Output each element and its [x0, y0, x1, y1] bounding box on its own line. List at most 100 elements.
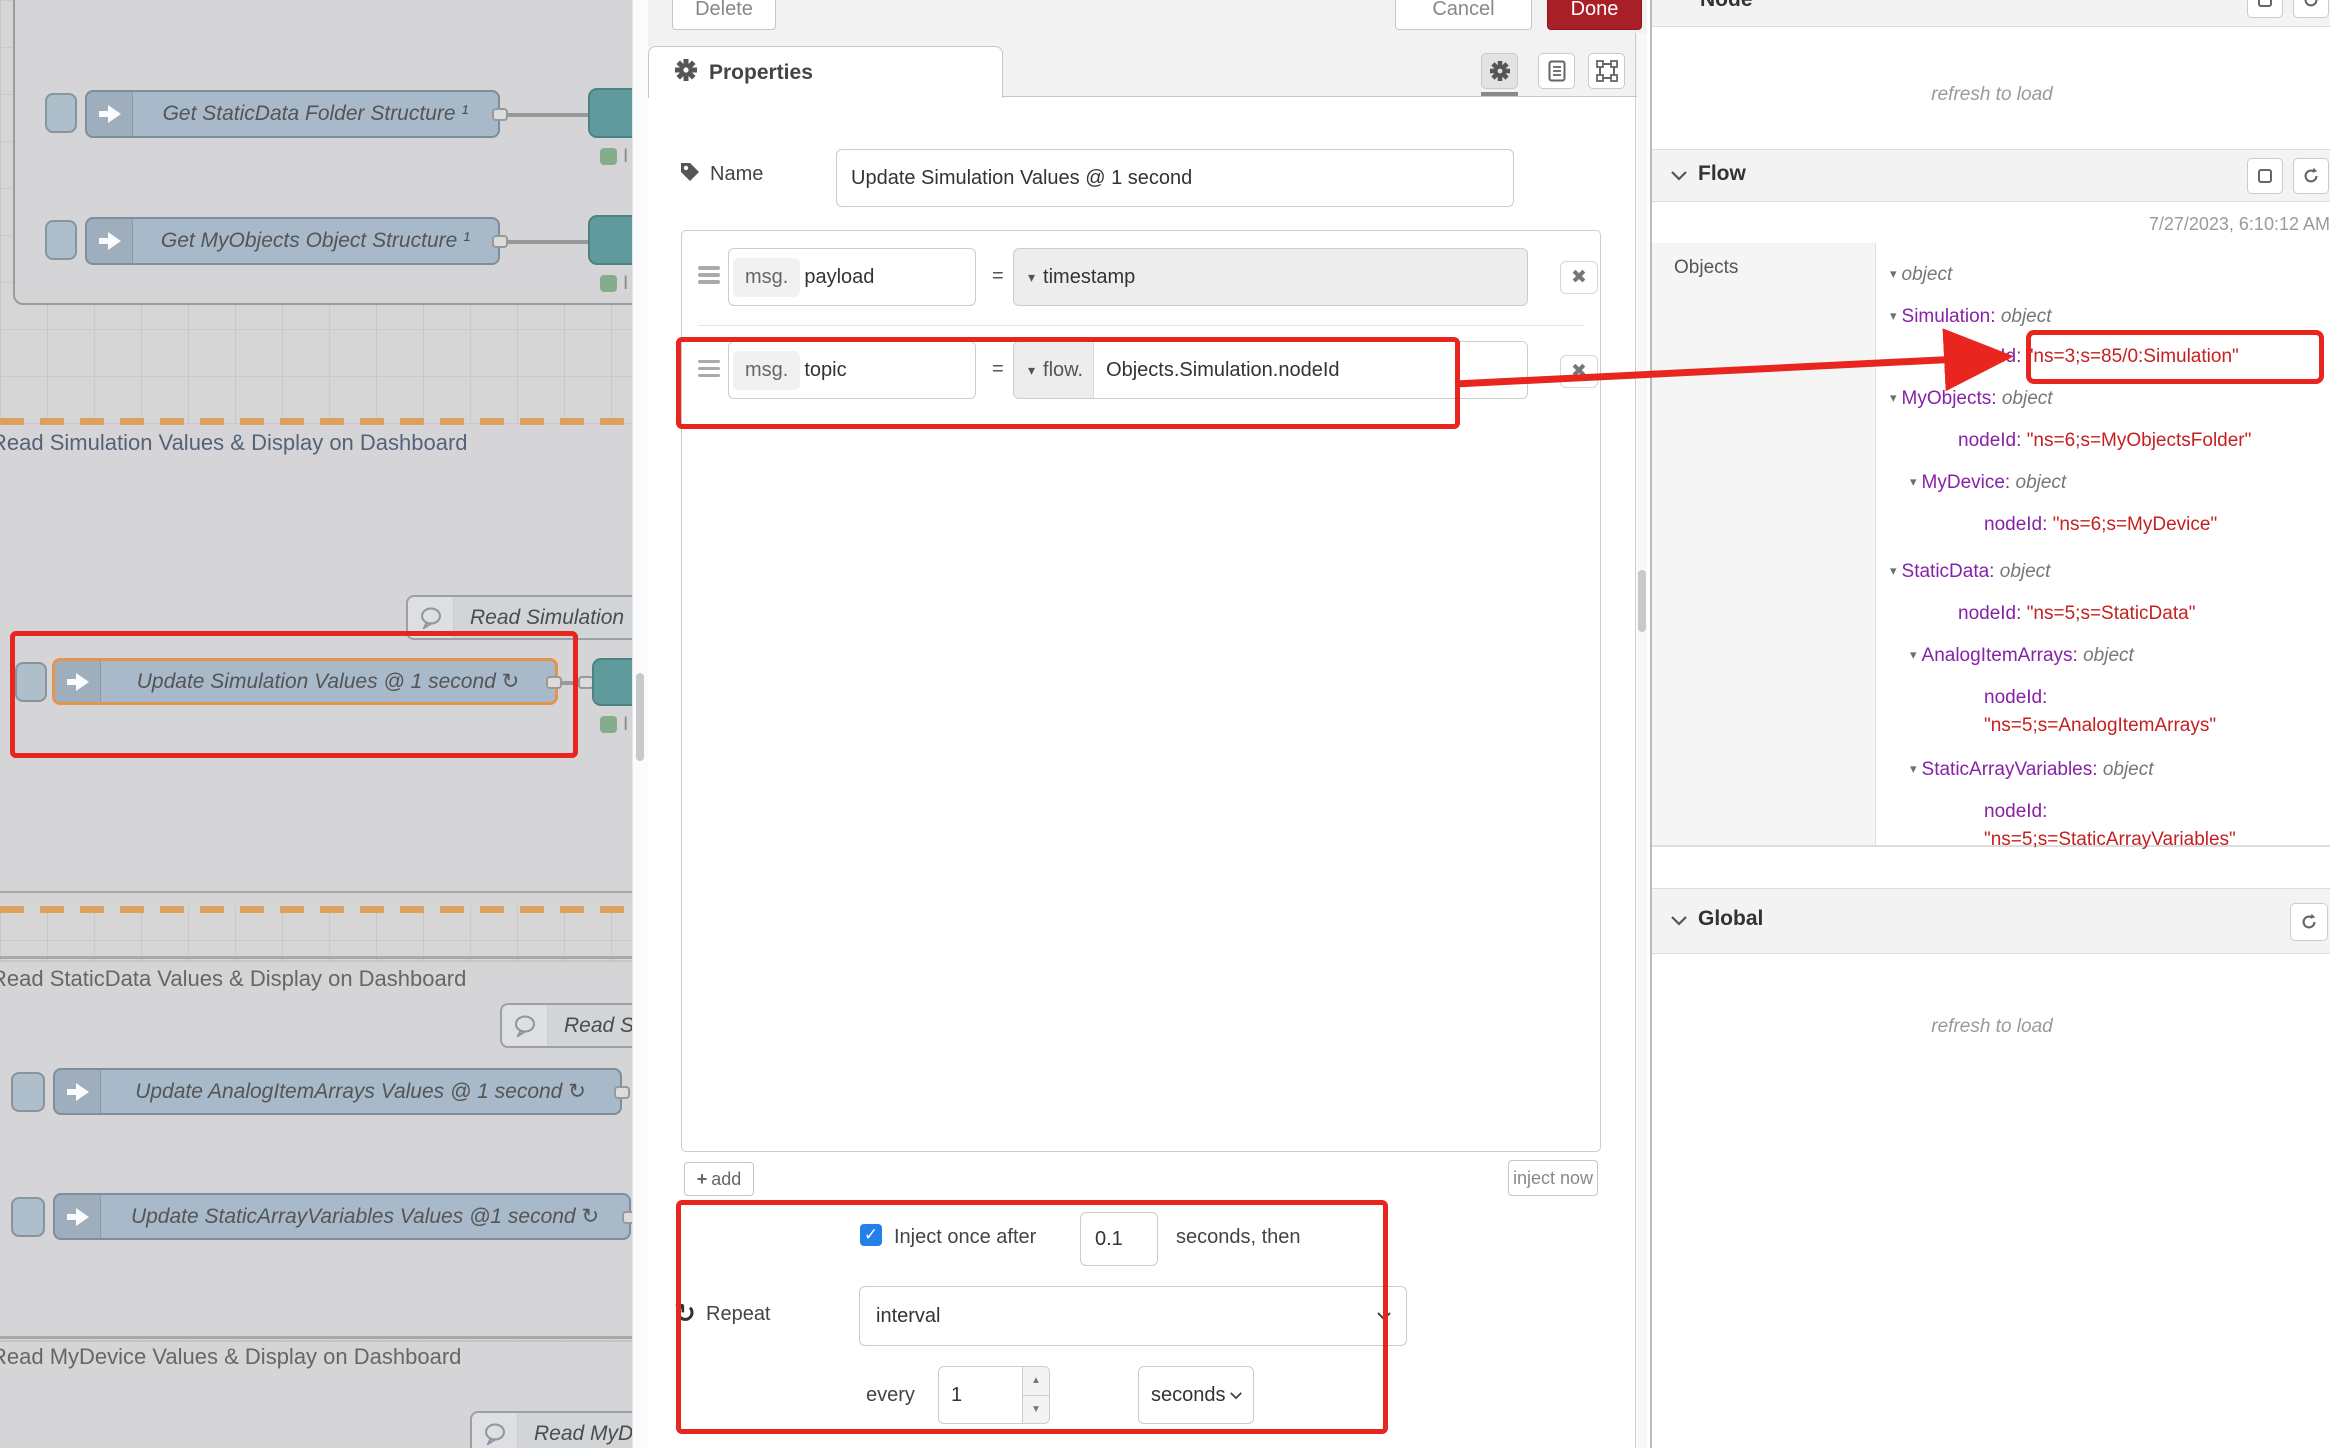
tree-item[interactable]: nodeId:: [1984, 687, 2047, 709]
refresh-node-context-button[interactable]: [2293, 0, 2329, 18]
node-section-header[interactable]: [1652, 0, 2330, 27]
comment-read-simulation[interactable]: Read Simulation: [406, 595, 632, 640]
comment-read-staticdata[interactable]: Read S: [500, 1003, 632, 1048]
tree-item[interactable]: ▾Simulation: object: [1890, 306, 2052, 328]
units-select[interactable]: seconds: [1138, 1366, 1254, 1424]
dialog-scrollbar-thumb[interactable]: [1638, 570, 1646, 632]
msg-prefix: msg.: [733, 258, 800, 297]
comment-read-mydevice[interactable]: Read MyD: [470, 1411, 632, 1448]
group-label-mydevice: Read MyDevice Values & Display on Dashbo…: [0, 1344, 461, 1370]
description-view-button[interactable]: [1538, 53, 1575, 89]
inject-button[interactable]: [11, 1197, 45, 1237]
dialog-scrollbar[interactable]: [1637, 33, 1647, 1448]
node-update-staticarrayvariables[interactable]: Update StaticArrayVariables Values @1 se…: [53, 1193, 631, 1240]
global-context-empty: refresh to load: [1652, 1016, 2330, 1038]
output-port[interactable]: [622, 1211, 632, 1224]
flow-section-header[interactable]: Flow: [1652, 149, 2330, 202]
refresh-flow-context-button[interactable]: [2293, 158, 2329, 194]
node-opcua-client[interactable]: [592, 658, 632, 706]
node-opcua-client[interactable]: [588, 215, 632, 265]
delete-button[interactable]: Delete: [672, 0, 776, 30]
status-text: I: [623, 714, 628, 736]
inject-button[interactable]: [11, 1072, 45, 1112]
tree-item[interactable]: ▾MyObjects: object: [1890, 388, 2053, 410]
rule-prop-input[interactable]: msg. payload: [728, 248, 976, 306]
properties-view-button[interactable]: [1481, 53, 1518, 89]
rule-prop-value[interactable]: payload: [804, 266, 874, 289]
global-section-header[interactable]: Global: [1652, 888, 2330, 954]
rule-value[interactable]: Objects.Simulation.nodeId: [1094, 359, 1339, 382]
repeat-select-value: interval: [876, 1305, 940, 1328]
output-port[interactable]: [492, 108, 508, 121]
node-get-staticdata-structure[interactable]: Get StaticData Folder Structure ¹: [85, 90, 500, 138]
drag-handle-icon[interactable]: [698, 273, 720, 277]
drag-handle-icon[interactable]: [698, 367, 720, 371]
name-label: Name: [710, 163, 763, 186]
tree-item[interactable]: ▾StaticData: object: [1890, 561, 2050, 583]
tree-item[interactable]: ▾object: [1890, 264, 1952, 286]
cancel-button[interactable]: Cancel: [1395, 0, 1532, 30]
inject-button[interactable]: [15, 662, 47, 702]
tag-icon: [678, 160, 702, 189]
tree-item[interactable]: ▾MyDevice: object: [1910, 472, 2066, 494]
tree-item[interactable]: ▾StaticArrayVariables: object: [1910, 759, 2154, 781]
rule-type-value: timestamp: [1043, 266, 1135, 289]
name-input-field[interactable]: [837, 167, 1513, 190]
output-port[interactable]: [492, 235, 508, 248]
remove-rule-button[interactable]: ✖: [1560, 261, 1598, 294]
inject-now-button[interactable]: inject now: [1508, 1160, 1598, 1196]
tab-properties[interactable]: Properties: [648, 46, 1003, 98]
node-get-myobjects-structure[interactable]: Get MyObjects Object Structure ¹: [85, 217, 500, 265]
selected-group-border-bottom: [0, 906, 632, 913]
group-divider: [0, 956, 632, 959]
done-button[interactable]: Done: [1547, 0, 1642, 30]
tree-item[interactable]: nodeId: "ns=5;s=StaticData": [1958, 603, 2195, 625]
rule-prop-value[interactable]: topic: [804, 359, 846, 382]
repeat-select[interactable]: interval: [859, 1286, 1407, 1346]
dialog-right-border: [1635, 33, 1636, 1448]
inject-delay-input[interactable]: [1080, 1212, 1158, 1266]
tree-item[interactable]: ▾AnalogItemArrays: object: [1910, 645, 2134, 667]
inject-once-label: Inject once after: [894, 1226, 1036, 1249]
refresh-icon: [2300, 913, 2318, 931]
node-update-simulation-values[interactable]: Update Simulation Values @ 1 second ↻: [52, 658, 558, 705]
every-input-field[interactable]: [939, 1384, 1022, 1407]
name-input[interactable]: [836, 149, 1514, 207]
remove-rule-button[interactable]: ✖: [1560, 355, 1598, 388]
node-label: Update Simulation Values @ 1 second ↻: [101, 669, 555, 694]
appearance-view-button[interactable]: [1588, 53, 1625, 89]
number-stepper[interactable]: ▲ ▼: [1022, 1367, 1049, 1423]
inject-button[interactable]: [45, 220, 77, 260]
node-label: Get StaticData Folder Structure ¹: [133, 102, 498, 126]
flow-context-timestamp: 7/27/2023, 6:10:12 AM: [1652, 214, 2330, 235]
rule-type-select[interactable]: ▾ timestamp: [1013, 248, 1528, 306]
refresh-global-context-button[interactable]: [2290, 903, 2328, 941]
inject-button[interactable]: [45, 93, 77, 133]
flow-canvas[interactable]: Read Simulation Values & Display on Dash…: [0, 0, 632, 1448]
copy-node-context-button[interactable]: [2247, 0, 2283, 18]
chevron-down-icon: [1670, 170, 1688, 182]
flow-section-title: Flow: [1698, 162, 1746, 186]
wire: [508, 240, 588, 244]
comment-label: Read MyD: [518, 1422, 632, 1446]
canvas-scrollbar-thumb[interactable]: [636, 673, 644, 761]
every-input[interactable]: ▲ ▼: [938, 1366, 1050, 1424]
output-port[interactable]: [614, 1086, 630, 1099]
rule-prop-input[interactable]: msg. topic: [728, 341, 976, 399]
tree-item-simulation-nodeid[interactable]: nodeId: "ns=3;s=85/0:Simulation": [1958, 346, 2239, 368]
every-label: every: [866, 1384, 915, 1407]
copy-flow-context-button[interactable]: [2247, 158, 2283, 194]
node-opcua-client[interactable]: [588, 88, 632, 138]
rule-value-input[interactable]: ▾ flow. Objects.Simulation.nodeId: [1013, 341, 1528, 399]
add-rule-button[interactable]: +add: [684, 1162, 754, 1196]
node-update-analogitemarrays[interactable]: Update AnalogItemArrays Values @ 1 secon…: [53, 1068, 622, 1115]
comment-label: Read S: [548, 1014, 632, 1038]
tree-item[interactable]: nodeId: "ns=6;s=MyObjectsFolder": [1958, 430, 2251, 452]
chevron-down-icon[interactable]: ▾: [1028, 362, 1035, 379]
inject-once-checkbox[interactable]: ✓: [860, 1224, 882, 1246]
global-section-title: Global: [1698, 907, 1763, 931]
inject-delay-field[interactable]: [1081, 1228, 1157, 1251]
tree-item[interactable]: nodeId: "ns=6;s=MyDevice": [1984, 514, 2217, 536]
comment-bubble-icon: [472, 1413, 518, 1448]
tree-item[interactable]: nodeId:: [1984, 801, 2047, 823]
